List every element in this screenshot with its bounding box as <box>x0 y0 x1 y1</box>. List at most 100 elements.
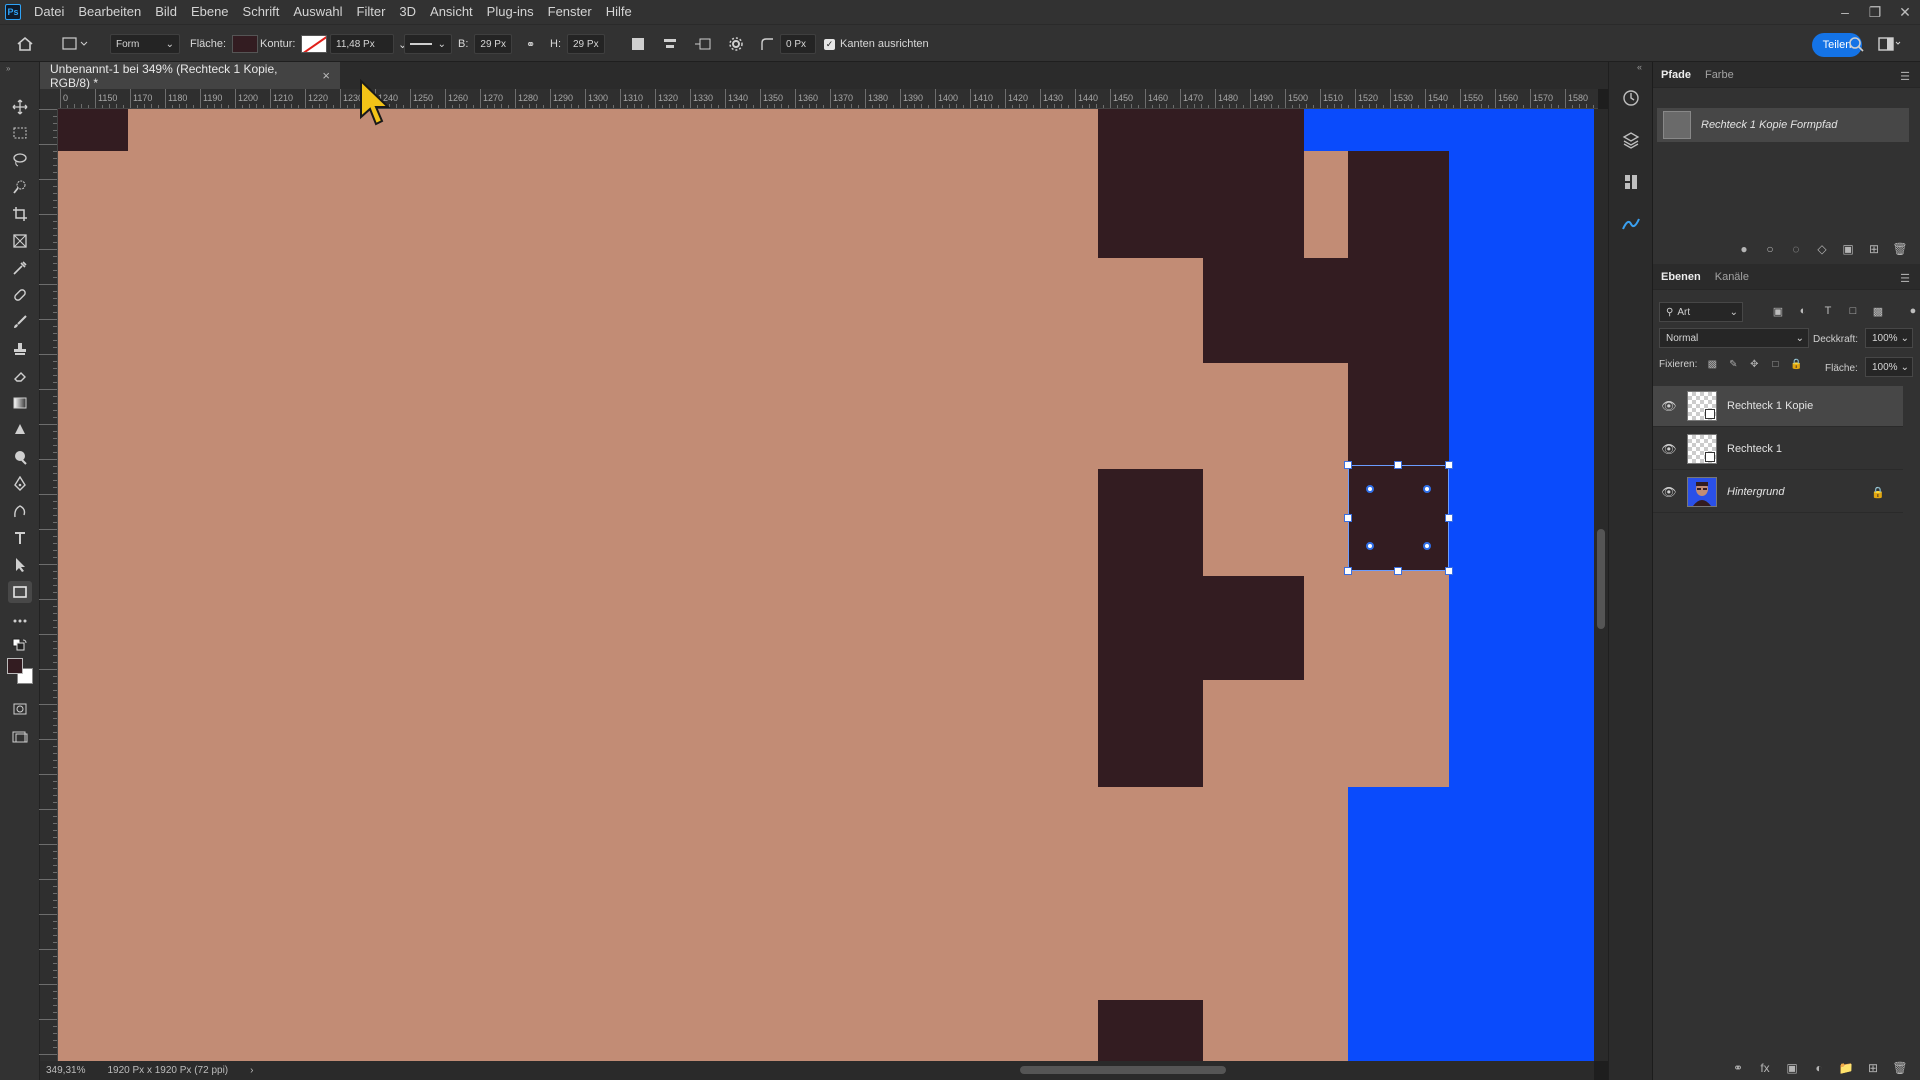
vertical-scrollbar[interactable] <box>1594 109 1608 1061</box>
lock-position-icon[interactable]: ✥ <box>1748 358 1760 370</box>
screen-mode-icon[interactable] <box>8 726 32 748</box>
transform-handle[interactable] <box>1445 461 1453 469</box>
transform-handle[interactable] <box>1394 461 1402 469</box>
document-tab[interactable]: Unbenannt-1 bei 349% (Rechteck 1 Kopie, … <box>40 62 340 90</box>
link-layers-icon[interactable]: ⚭ <box>1731 1061 1745 1075</box>
libraries-panel-icon[interactable] <box>1619 128 1643 152</box>
home-icon[interactable] <box>16 25 34 63</box>
menu-bild[interactable]: Bild <box>148 0 184 24</box>
dodge-tool-icon[interactable] <box>8 446 32 468</box>
path-alignment-icon[interactable] <box>662 25 678 63</box>
transform-handle[interactable] <box>1344 461 1352 469</box>
frame-tool-icon[interactable] <box>8 230 32 252</box>
canvas[interactable] <box>58 109 1594 1061</box>
menu-datei[interactable]: Datei <box>27 0 71 24</box>
tab-pfade[interactable]: Pfade <box>1661 69 1691 87</box>
collapse-toolbar-icon[interactable]: » <box>6 64 10 73</box>
lock-pixels-icon[interactable]: ✎ <box>1727 358 1739 370</box>
stroke-type-select[interactable]: ⌄ <box>404 34 452 54</box>
gradient-tool-icon[interactable] <box>8 392 32 414</box>
vertical-scroll-thumb[interactable] <box>1597 529 1605 629</box>
blend-mode-select[interactable]: Normal ⌄ <box>1659 328 1809 348</box>
healing-brush-tool-icon[interactable] <box>8 284 32 306</box>
menu-3d[interactable]: 3D <box>392 0 423 24</box>
transform-handle[interactable] <box>1445 567 1453 575</box>
corner-radius-widget[interactable] <box>1423 542 1431 550</box>
filter-type-icon[interactable]: T <box>1821 303 1835 319</box>
fill-input[interactable]: 100% ⌄ <box>1865 357 1913 377</box>
path-arrangement-icon[interactable] <box>694 25 714 63</box>
freeform-pen-tool-icon[interactable] <box>8 500 32 522</box>
stroke-path-icon[interactable]: ○ <box>1763 242 1777 256</box>
filter-toggle-icon[interactable]: ● <box>1906 303 1920 319</box>
stamp-tool-icon[interactable] <box>8 338 32 360</box>
minimize-icon[interactable]: – <box>1830 0 1860 24</box>
menu-ansicht[interactable]: Ansicht <box>423 0 480 24</box>
settings-gear-icon[interactable] <box>728 25 744 63</box>
collapse-panels-icon[interactable]: « <box>1637 62 1642 72</box>
fill-path-icon[interactable]: ● <box>1737 242 1751 256</box>
menu-auswahl[interactable]: Auswahl <box>286 0 349 24</box>
type-tool-icon[interactable] <box>8 527 32 549</box>
menu-bearbeiten[interactable]: Bearbeiten <box>71 0 148 24</box>
filter-pixel-icon[interactable]: ▣ <box>1771 303 1785 319</box>
corner-radius-input[interactable]: 0 Px <box>780 34 816 54</box>
eyedropper-tool-icon[interactable] <box>8 257 32 279</box>
corner-radius-widget[interactable] <box>1423 485 1431 493</box>
color-swatches[interactable] <box>7 658 33 686</box>
opacity-input[interactable]: 100% ⌄ <box>1865 328 1913 348</box>
path-selection-tool-icon[interactable] <box>8 554 32 576</box>
move-tool-icon[interactable] <box>8 96 32 118</box>
filter-smartobject-icon[interactable]: ▩ <box>1871 303 1885 319</box>
align-edges-checkbox[interactable]: ✓ <box>824 38 835 50</box>
transform-handle[interactable] <box>1344 514 1352 522</box>
lasso-tool-icon[interactable] <box>8 149 32 171</box>
properties-panel-icon[interactable] <box>1619 170 1643 194</box>
menu-plugins[interactable]: Plug-ins <box>480 0 541 24</box>
layer-row[interactable]: 👁 Rechteck 1 <box>1653 429 1903 470</box>
layer-row[interactable]: 👁 Rechteck 1 Kopie <box>1653 386 1903 427</box>
transform-handle[interactable] <box>1445 514 1453 522</box>
shape-tool-preset-icon[interactable] <box>62 25 90 63</box>
transform-handle[interactable] <box>1344 567 1352 575</box>
quick-selection-tool-icon[interactable] <box>8 176 32 198</box>
menu-ebene[interactable]: Ebene <box>184 0 236 24</box>
crop-tool-icon[interactable] <box>8 203 32 225</box>
add-layer-mask-icon[interactable]: ▣ <box>1785 1061 1799 1075</box>
layer-row[interactable]: 👁 Hintergrund 🔒 <box>1653 472 1903 513</box>
eraser-tool-icon[interactable] <box>8 365 32 387</box>
visibility-eye-icon[interactable]: 👁 <box>1661 399 1677 413</box>
more-tools-icon[interactable] <box>8 610 32 632</box>
close-window-icon[interactable]: ✕ <box>1890 0 1920 24</box>
menu-fenster[interactable]: Fenster <box>541 0 599 24</box>
menu-filter[interactable]: Filter <box>350 0 393 24</box>
workspace-layout-icon[interactable] <box>1878 25 1902 63</box>
layer-style-fx-icon[interactable]: fx <box>1758 1061 1772 1075</box>
load-selection-icon[interactable]: ◌ <box>1789 242 1803 256</box>
history-panel-icon[interactable] <box>1619 86 1643 110</box>
new-path-icon[interactable]: ⊞ <box>1867 242 1881 256</box>
path-item[interactable]: Rechteck 1 Kopie Formpfad <box>1657 108 1909 142</box>
tab-ebenen[interactable]: Ebenen <box>1661 271 1701 289</box>
blur-tool-icon[interactable] <box>8 419 32 441</box>
visibility-eye-icon[interactable]: 👁 <box>1661 442 1677 456</box>
adjustments-panel-icon[interactable] <box>1619 212 1643 236</box>
quick-mask-icon[interactable] <box>8 698 32 720</box>
default-colors-icon[interactable] <box>8 638 32 654</box>
add-mask-icon[interactable]: ▣ <box>1841 242 1855 256</box>
path-operations-icon[interactable] <box>630 25 646 63</box>
tab-farbe[interactable]: Farbe <box>1705 69 1734 87</box>
pen-tool-icon[interactable] <box>8 473 32 495</box>
close-tab-icon[interactable]: × <box>322 68 330 83</box>
new-layer-icon[interactable]: ⊞ <box>1866 1061 1880 1075</box>
height-input[interactable]: 29 Px <box>567 34 605 54</box>
lock-transparency-icon[interactable]: ▩ <box>1706 358 1718 370</box>
filter-adjustment-icon[interactable]: ◐ <box>1796 303 1810 319</box>
horizontal-scrollbar[interactable] <box>280 1061 1594 1080</box>
layers-panel-menu-icon[interactable]: ☰ <box>1900 272 1910 285</box>
stroke-width-input[interactable]: 11,48 Px <box>330 34 394 54</box>
layer-filter-select[interactable]: ⚲ Art ⌄ <box>1659 302 1743 322</box>
layer-lock-icon[interactable]: 🔒 <box>1871 486 1885 499</box>
fill-color-swatch[interactable] <box>232 35 259 53</box>
new-adjustment-layer-icon[interactable]: ◐ <box>1812 1061 1826 1075</box>
